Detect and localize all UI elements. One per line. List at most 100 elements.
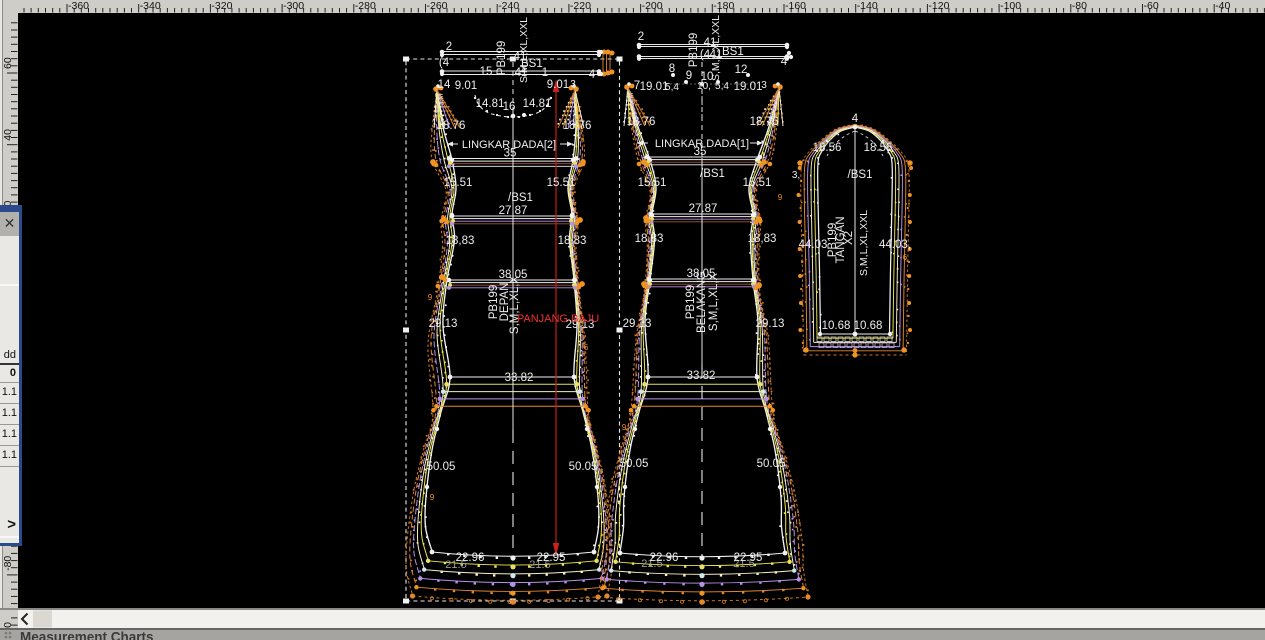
svg-text:14: 14 xyxy=(438,79,451,91)
svg-text:9: 9 xyxy=(430,493,435,502)
svg-text:15: 15 xyxy=(480,66,493,78)
svg-text:-60: -60 xyxy=(1144,0,1159,12)
svg-text:LINGKAR DADA[2]: LINGKAR DADA[2] xyxy=(462,139,556,151)
svg-text:18,83: 18,83 xyxy=(446,235,475,247)
svg-text:5,4: 5,4 xyxy=(715,81,729,92)
svg-text:33.82: 33.82 xyxy=(687,370,716,382)
svg-text:-180: -180 xyxy=(713,0,734,12)
svg-text:22.95: 22.95 xyxy=(537,552,566,564)
svg-text:BS1: BS1 xyxy=(722,46,744,58)
svg-text:5,4: 5,4 xyxy=(665,82,679,93)
svg-text:33.82: 33.82 xyxy=(505,372,534,384)
svg-text:18,83: 18,83 xyxy=(748,233,777,245)
svg-text:PB199: PB199 xyxy=(496,41,508,76)
svg-text:9: 9 xyxy=(778,193,783,202)
svg-text:S,M: S,M xyxy=(628,93,635,106)
svg-text:44.03,: 44.03, xyxy=(879,239,911,251)
svg-text:15.51: 15.51 xyxy=(547,177,576,189)
svg-text:/BS1: /BS1 xyxy=(700,168,725,180)
svg-text:44.03: 44.03 xyxy=(799,239,828,251)
svg-text:22.96: 22.96 xyxy=(650,552,679,564)
svg-text:-300: -300 xyxy=(283,0,304,12)
svg-text:15.51: 15.51 xyxy=(444,177,473,189)
svg-text:9: 9 xyxy=(428,293,433,302)
svg-text:LINGKAR DADA[1]: LINGKAR DADA[1] xyxy=(655,138,749,150)
svg-text:-200: -200 xyxy=(642,0,663,12)
svg-text:40: 40 xyxy=(2,129,14,141)
svg-text:S,M: S,M xyxy=(438,94,445,107)
svg-text:60: 60 xyxy=(2,57,14,69)
svg-text:-280: -280 xyxy=(355,0,376,12)
svg-text:S,M,L,XL,X: S,M,L,XL,X xyxy=(708,273,720,331)
svg-text:19.01: 19.01 xyxy=(734,81,763,93)
svg-text:-160: -160 xyxy=(785,0,806,12)
svg-text:18.56: 18.56 xyxy=(813,142,842,154)
svg-text:27.87: 27.87 xyxy=(499,205,528,217)
svg-text:14.81: 14.81 xyxy=(523,98,552,110)
svg-text:Measurement Charts: Measurement Charts xyxy=(20,630,154,640)
svg-text:18,83: 18,83 xyxy=(635,233,664,245)
svg-text:10.68: 10.68 xyxy=(854,320,883,332)
svg-text:29.13: 29.13 xyxy=(623,318,652,330)
svg-text:-260: -260 xyxy=(427,0,448,12)
svg-text:18.76: 18.76 xyxy=(750,116,779,128)
svg-text:3,: 3, xyxy=(792,170,800,181)
svg-text:S,M,L,XL,XXL: S,M,L,XL,XXL xyxy=(518,17,530,83)
svg-text:-120: -120 xyxy=(928,0,949,12)
svg-text:3: 3 xyxy=(761,80,767,91)
svg-text:-80: -80 xyxy=(1072,0,1087,12)
svg-text:9: 9 xyxy=(622,423,627,432)
svg-text:-320: -320 xyxy=(211,0,232,12)
svg-text:10,: 10, xyxy=(697,81,711,92)
svg-text:S,M,L,XL,XXL: S,M,L,XL,XXL xyxy=(858,210,870,276)
svg-text:-100: -100 xyxy=(1000,0,1021,12)
svg-text:-80: -80 xyxy=(2,556,14,571)
svg-text:4: 4 xyxy=(781,56,788,68)
svg-text:15.51: 15.51 xyxy=(638,177,667,189)
svg-text:18.76: 18.76 xyxy=(627,116,656,128)
svg-text:50.05: 50.05 xyxy=(569,461,598,473)
svg-text:-220: -220 xyxy=(570,0,591,12)
svg-text:29.13: 29.13 xyxy=(756,318,785,330)
svg-text:PANJANG BAJU: PANJANG BAJU xyxy=(517,313,599,325)
svg-text:-340: -340 xyxy=(140,0,161,12)
svg-text:9.01: 9.01 xyxy=(455,80,477,92)
svg-text:-140: -140 xyxy=(857,0,878,12)
svg-text:3: 3 xyxy=(570,79,576,90)
svg-text:-240: -240 xyxy=(498,0,519,12)
svg-text:12: 12 xyxy=(735,64,748,76)
svg-text:(4: (4 xyxy=(439,57,450,69)
svg-text:10.68: 10.68 xyxy=(822,320,851,332)
svg-text:6: 6 xyxy=(903,253,908,262)
svg-text:16: 16 xyxy=(503,101,516,113)
svg-text:X2: X2 xyxy=(843,231,855,245)
svg-text:9: 9 xyxy=(686,70,692,82)
svg-text:6: 6 xyxy=(584,343,589,352)
svg-text:4: 4 xyxy=(852,113,859,125)
svg-text:50.05: 50.05 xyxy=(427,461,456,473)
svg-text:2: 2 xyxy=(446,41,452,53)
svg-text:22.95: 22.95 xyxy=(734,552,763,564)
svg-text:29.13: 29.13 xyxy=(429,318,458,330)
svg-text:1: 1 xyxy=(542,67,548,79)
svg-text:18.76: 18.76 xyxy=(437,120,466,132)
svg-text:/BS1: /BS1 xyxy=(848,169,873,181)
svg-text:BELAKANG: BELAKANG xyxy=(696,271,708,333)
svg-text:18,83: 18,83 xyxy=(558,235,587,247)
svg-text:18.56: 18.56 xyxy=(864,142,893,154)
svg-text:-40: -40 xyxy=(1215,0,1230,12)
svg-text:8: 8 xyxy=(669,63,675,75)
svg-text:15.51: 15.51 xyxy=(743,177,772,189)
svg-text:9.01: 9.01 xyxy=(547,79,569,91)
svg-text:50.05: 50.05 xyxy=(757,458,786,470)
svg-text:/BS1: /BS1 xyxy=(508,192,533,204)
svg-text:50.05: 50.05 xyxy=(620,458,649,470)
svg-text:2: 2 xyxy=(638,31,644,43)
svg-text:27.87: 27.87 xyxy=(689,203,718,215)
svg-text:14.81: 14.81 xyxy=(476,98,505,110)
svg-text:-360: -360 xyxy=(68,0,89,12)
svg-text:PB199: PB199 xyxy=(688,33,700,68)
svg-text:18.76: 18.76 xyxy=(563,120,592,132)
svg-text:4: 4 xyxy=(589,69,596,81)
svg-text:S,M,L,XL,X: S,M,L,XL,X xyxy=(509,276,521,334)
